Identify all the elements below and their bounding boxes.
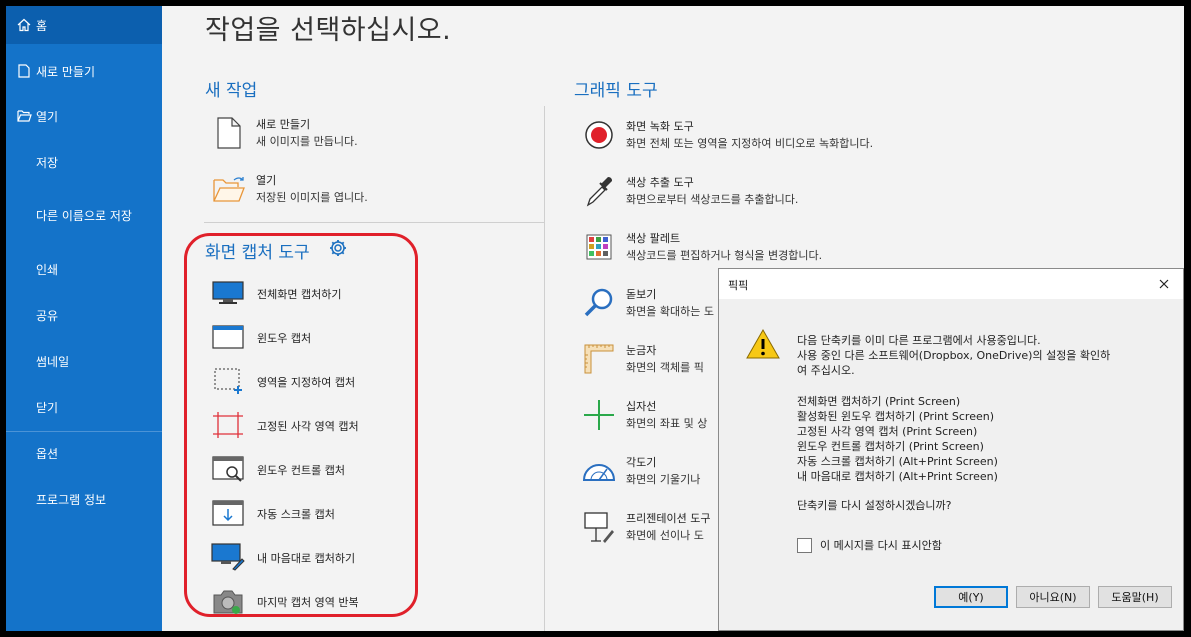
- palette-icon: [582, 230, 616, 264]
- tool-description: 화면을 확대하는 도: [626, 305, 714, 318]
- option-title: 새로 만들기: [256, 118, 311, 131]
- tool-title: 화면 녹화 도구: [626, 120, 694, 133]
- sidebar-item-label: 새로 만들기: [36, 64, 96, 79]
- ruler-icon: [582, 342, 616, 376]
- tool-color-palette[interactable]: 색상 팔레트 색상코드를 편집하거나 형식을 변경합니다.: [582, 230, 912, 270]
- sidebar-item-open[interactable]: 열기: [6, 97, 162, 135]
- tool-color-picker[interactable]: 색상 추출 도구 화면으로부터 색상코드를 추출합니다.: [582, 174, 912, 214]
- app-window: 홈 새로 만들기 열기 저장 다른 이름으로 저장 인쇄 공유 썸네일 닫기 옵…: [6, 6, 1184, 631]
- sidebar-item-home[interactable]: 홈: [6, 6, 162, 44]
- option-title: 열기: [256, 174, 277, 187]
- dialog-message-line: 다음 단축키를 이미 다른 프로그램에서 사용중입니다.: [797, 334, 1041, 347]
- dont-show-again-checkbox[interactable]: 이 메시지를 다시 표시안함: [797, 537, 942, 553]
- dialog-message-line: 여 주십시오.: [797, 364, 855, 377]
- hotkey-line: 고정된 사각 영역 캡처 (Print Screen): [797, 425, 978, 438]
- hotkey-conflict-dialog: 픽픽 다음 단축키를 이미 다른 프로그램에서 사용중입니다. 사용 중인 다른…: [718, 268, 1184, 631]
- sidebar-item-new[interactable]: 새로 만들기: [6, 52, 162, 90]
- protractor-icon: [582, 454, 616, 488]
- new-image-option[interactable]: 새로 만들기 새 이미지를 만듭니다.: [212, 116, 532, 156]
- sidebar-item-thumbnail[interactable]: 썸네일: [6, 342, 162, 380]
- tool-ruler[interactable]: 눈금자 화면의 객체를 픽: [582, 342, 722, 382]
- tool-screen-recorder[interactable]: 화면 녹화 도구 화면 전체 또는 영역을 지정하여 비디오로 녹화합니다.: [582, 118, 912, 158]
- hotkey-line: 내 마음대로 캡처하기 (Alt+Print Screen): [797, 470, 998, 483]
- graphic-tools-heading: 그래픽 도구: [574, 81, 658, 101]
- sidebar-item-options[interactable]: 옵션: [6, 434, 162, 472]
- tool-title: 색상 팔레트: [626, 232, 681, 245]
- magnifier-icon: [582, 286, 616, 320]
- open-folder-icon: [212, 172, 246, 206]
- tool-magnifier[interactable]: 돋보기 화면을 확대하는 도: [582, 286, 722, 326]
- sidebar-item-close[interactable]: 닫기: [6, 388, 162, 426]
- home-icon: [16, 18, 32, 32]
- hotkey-line: 자동 스크롤 캡처하기 (Alt+Print Screen): [797, 455, 998, 468]
- sidebar-item-save-as[interactable]: 다른 이름으로 저장: [6, 196, 162, 234]
- sidebar-divider: [6, 431, 162, 432]
- open-image-option[interactable]: 열기 저장된 이미지를 엽니다.: [212, 172, 532, 212]
- tool-title: 색상 추출 도구: [626, 176, 694, 189]
- checkbox-box[interactable]: [797, 537, 812, 553]
- sidebar-item-save[interactable]: 저장: [6, 143, 162, 181]
- tool-title: 프리젠테이션 도구: [626, 512, 711, 525]
- tool-title: 눈금자: [626, 344, 657, 357]
- sidebar-item-label: 홈: [36, 18, 48, 33]
- sidebar-item-print[interactable]: 인쇄: [6, 250, 162, 288]
- tool-protractor[interactable]: 각도기 화면의 기울기나: [582, 454, 722, 494]
- tool-description: 색상코드를 편집하거나 형식을 변경합니다.: [626, 249, 823, 262]
- tool-description: 화면의 객체를 픽: [626, 361, 704, 374]
- open-folder-icon: [16, 110, 32, 122]
- crosshair-icon: [582, 398, 616, 432]
- option-description: 저장된 이미지를 엽니다.: [256, 191, 368, 204]
- tool-title: 각도기: [626, 456, 657, 469]
- tool-presentation[interactable]: 프리젠테이션 도구 화면에 선이나 도: [582, 510, 722, 550]
- new-document-icon: [212, 116, 246, 150]
- tool-description: 화면으로부터 색상코드를 추출합니다.: [626, 193, 799, 206]
- column-divider: [544, 106, 545, 631]
- sidebar-item-share[interactable]: 공유: [6, 296, 162, 334]
- page-title: 작업을 선택하십시오.: [205, 15, 452, 46]
- highlight-annotation: [184, 233, 418, 617]
- tool-description: 화면에 선이나 도: [626, 529, 704, 542]
- record-icon: [582, 118, 616, 152]
- yes-button[interactable]: 예(Y): [934, 586, 1008, 608]
- presentation-icon: [582, 510, 616, 544]
- checkbox-label: 이 메시지를 다시 표시안함: [820, 539, 942, 552]
- tool-title: 돋보기: [626, 288, 657, 301]
- dialog-question: 단축키를 다시 설정하시겠습니까?: [797, 499, 952, 512]
- close-icon[interactable]: [1153, 273, 1175, 295]
- hotkey-line: 윈도우 컨트롤 캡처하기 (Print Screen): [797, 440, 984, 453]
- new-file-icon: [16, 64, 32, 78]
- dialog-titlebar: 픽픽: [719, 269, 1183, 299]
- tool-crosshair[interactable]: 십자선 화면의 좌표 및 상: [582, 398, 722, 438]
- eyedropper-icon: [582, 174, 616, 208]
- hotkey-line: 활성화된 윈도우 캡처하기 (Print Screen): [797, 410, 995, 423]
- section-divider: [204, 222, 544, 223]
- no-button[interactable]: 아니요(N): [1016, 586, 1090, 608]
- dialog-title: 픽픽: [728, 279, 749, 292]
- dialog-message-line: 사용 중인 다른 소프트웨어(Dropbox, OneDrive)의 설정을 확…: [797, 349, 1111, 362]
- option-description: 새 이미지를 만듭니다.: [256, 135, 358, 148]
- tool-title: 십자선: [626, 400, 657, 413]
- sidebar: 홈 새로 만들기 열기 저장 다른 이름으로 저장 인쇄 공유 썸네일 닫기 옵…: [6, 6, 162, 631]
- sidebar-item-about[interactable]: 프로그램 정보: [6, 480, 162, 518]
- new-work-heading: 새 작업: [205, 81, 258, 101]
- sidebar-item-label: 열기: [36, 109, 59, 124]
- tool-description: 화면의 기울기나: [626, 473, 701, 486]
- warning-icon: [746, 328, 780, 363]
- help-button[interactable]: 도움말(H): [1098, 586, 1172, 608]
- tool-description: 화면 전체 또는 영역을 지정하여 비디오로 녹화합니다.: [626, 137, 874, 150]
- tool-description: 화면의 좌표 및 상: [626, 417, 708, 430]
- hotkey-line: 전체화면 캡처하기 (Print Screen): [797, 395, 961, 408]
